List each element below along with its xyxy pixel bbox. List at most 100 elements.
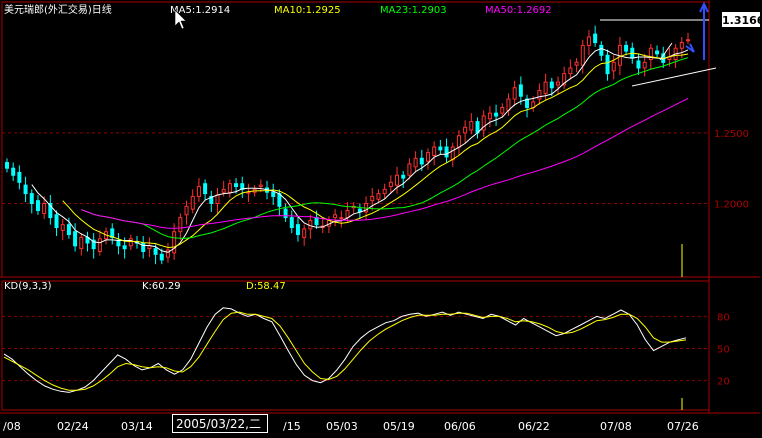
kd-title: KD(9,3,3) — [4, 281, 52, 292]
candle-body — [141, 242, 146, 252]
candle-body — [289, 217, 294, 228]
price-panel[interactable]: 1.2500 1.2000 — [0, 0, 760, 413]
candle-body — [388, 181, 393, 188]
candle-body — [432, 146, 437, 156]
candle-body — [487, 112, 492, 120]
candle-body — [178, 217, 183, 233]
kd-tick-label: 50 — [717, 345, 730, 356]
candle-body — [147, 245, 152, 250]
candle-body — [196, 186, 201, 197]
candle-body — [73, 231, 78, 247]
candle-body — [122, 245, 127, 250]
candle-body — [283, 208, 288, 219]
candle-body — [60, 224, 65, 231]
candle-body — [580, 44, 585, 66]
candle-body — [370, 195, 375, 202]
candle-body — [456, 135, 461, 148]
x-tick-label: /08 — [3, 420, 21, 433]
x-tick-label: 05/03 — [326, 420, 358, 433]
candle-body — [555, 81, 560, 86]
candle-body — [339, 217, 344, 220]
candle-body — [159, 253, 164, 261]
candle-body — [494, 112, 499, 117]
chart-title: 美元瑞郎(外汇交易)日线 — [4, 3, 112, 16]
candle-body — [97, 238, 102, 252]
chart-canvas: 1.25001.2000 805020 /0802/2403/1404//150… — [0, 0, 760, 433]
candle-body — [345, 210, 350, 219]
candle-body — [444, 146, 449, 158]
x-axis: /0802/2403/1404//1505/0305/1906/0606/220… — [0, 412, 760, 433]
candle-body — [116, 239, 121, 247]
candle-body — [29, 193, 34, 204]
candle-body — [518, 84, 523, 97]
x-tick-label: 05/19 — [383, 420, 415, 433]
candle-body — [450, 146, 455, 161]
kd-tick-label: 20 — [717, 377, 730, 388]
candle-body — [79, 236, 84, 250]
cursor-date-box: 2005/03/22,二 — [172, 414, 268, 433]
candle-body — [413, 157, 418, 168]
ma50-readout: MA50:1.2692 — [485, 5, 552, 16]
candle-body — [128, 238, 133, 247]
candle-body — [624, 44, 629, 52]
candle-body — [203, 183, 208, 195]
candle-body — [215, 194, 220, 204]
candle-body — [537, 90, 542, 100]
up-arrow-icon — [699, 1, 709, 60]
candle-body — [314, 217, 319, 226]
candle-body — [419, 157, 424, 165]
candle-body — [11, 167, 16, 176]
candle-body — [469, 121, 474, 131]
x-tick-label: 07/26 — [667, 420, 699, 433]
candle-body — [599, 44, 604, 56]
candle-body — [611, 61, 616, 72]
candle-body — [605, 54, 610, 75]
x-tick-label: 03/14 — [121, 420, 153, 433]
last-price-tag: 1.3166 — [721, 11, 762, 28]
candle-body — [153, 248, 158, 255]
candle-body — [512, 87, 517, 100]
candle-body — [184, 205, 189, 216]
candle-body — [17, 171, 22, 183]
candle-body — [636, 60, 641, 69]
candle-body — [586, 36, 591, 46]
candle-body — [401, 174, 406, 179]
x-tick-label: 06/22 — [518, 420, 550, 433]
candle-body — [506, 98, 511, 111]
candle-body — [655, 50, 660, 55]
candle-body — [642, 61, 647, 69]
kd-panel[interactable]: 80 50 20 — [1, 280, 730, 411]
candle-body — [425, 152, 430, 162]
d-readout: D:58.47 — [246, 281, 286, 292]
candle-body — [382, 188, 387, 195]
candle-body — [5, 162, 9, 169]
candle-body — [679, 42, 684, 49]
ma23-readout: MA23:1.2903 — [380, 5, 447, 16]
candle-body — [686, 39, 690, 42]
candle-body — [172, 231, 177, 254]
candle-body — [246, 191, 251, 194]
candle-body — [258, 184, 263, 188]
ma23-line — [81, 57, 689, 239]
candle-body — [66, 224, 71, 236]
candle-body — [407, 163, 412, 176]
candle-body — [23, 184, 28, 195]
candle-body — [438, 146, 443, 151]
candle-body — [221, 188, 226, 193]
candle-body — [574, 61, 579, 66]
candle-body — [190, 195, 195, 210]
x-tick-label: 07/08 — [600, 420, 632, 433]
x-tick-label: 06/06 — [444, 420, 476, 433]
x-tick-label: /15 — [283, 420, 301, 433]
candle-body — [500, 107, 505, 114]
x-tick-label: 02/24 — [57, 420, 89, 433]
candle-body — [54, 214, 59, 228]
k-line — [3, 307, 687, 393]
price-tick-label: 1.2000 — [714, 199, 749, 210]
price-tick-label: 1.2500 — [714, 129, 749, 140]
candle-body — [549, 81, 554, 89]
candle-body — [227, 183, 232, 193]
k-readout: K:60.29 — [142, 281, 181, 292]
candle-body — [463, 126, 468, 134]
candle-body — [42, 202, 47, 214]
